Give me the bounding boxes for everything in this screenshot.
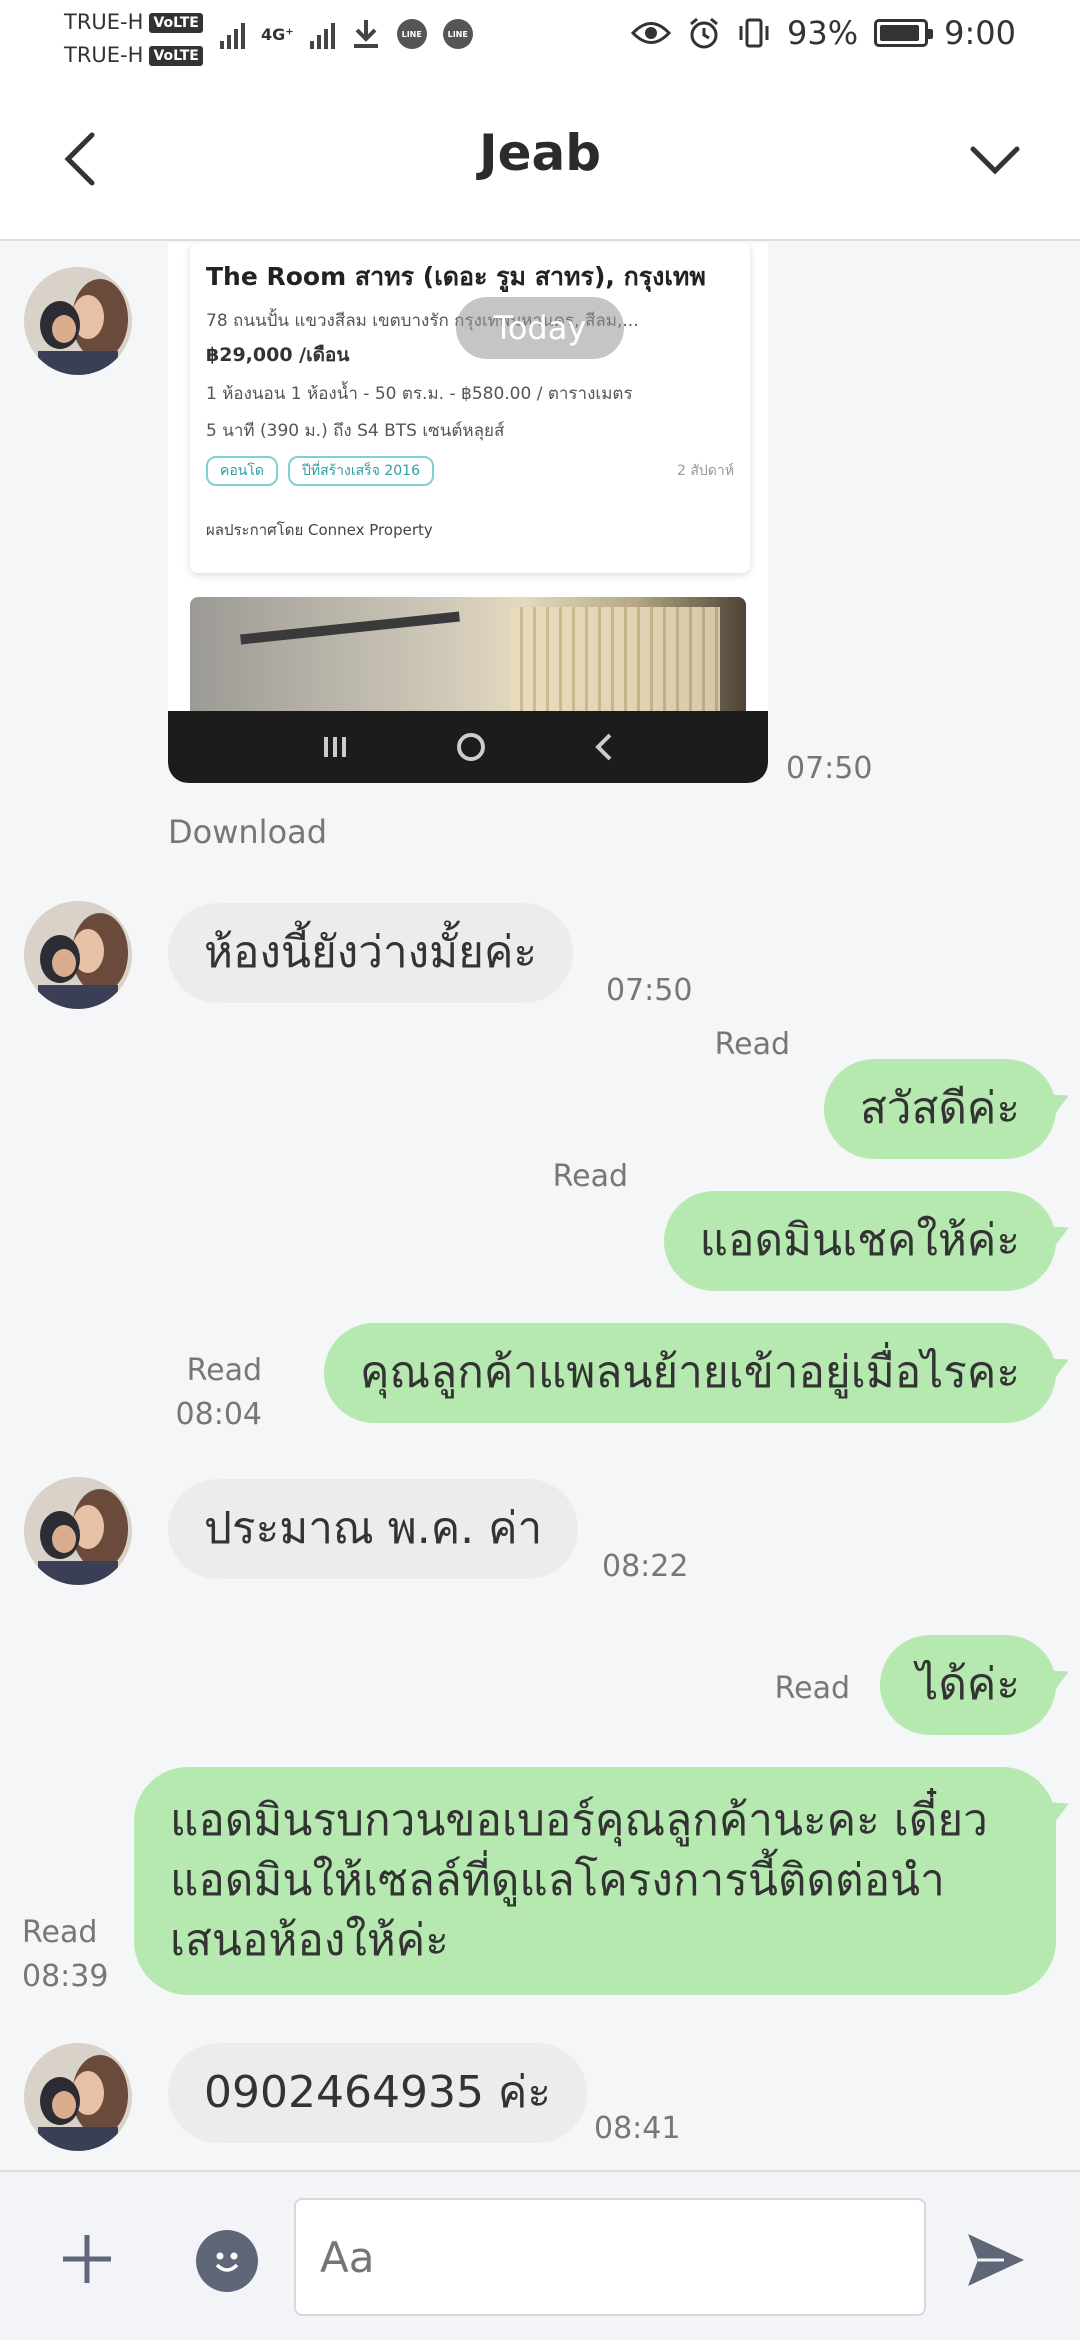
read-receipt: Read 08:39 bbox=[22, 1915, 109, 1994]
signal-icon bbox=[309, 19, 335, 49]
message-time: 07:50 bbox=[786, 751, 873, 786]
read-receipt: Read 08:04 bbox=[175, 1353, 262, 1432]
eye-icon bbox=[631, 22, 672, 44]
battery-percent: 93% bbox=[787, 14, 859, 52]
listing-source: ผลประกาศโดย Connex Property bbox=[206, 521, 433, 539]
back-nav-icon bbox=[595, 733, 612, 761]
message-list[interactable]: The Room สาทร (เดอะ รูม สาทร), กรุงเทพ 7… bbox=[0, 243, 1080, 2170]
listing-title: The Room สาทร (เดอะ รูม สาทร), กรุงเทพ bbox=[206, 262, 706, 291]
outgoing-message[interactable]: ได้ค่ะ bbox=[880, 1635, 1056, 1735]
avatar[interactable] bbox=[24, 901, 132, 1009]
read-receipt: Read bbox=[774, 1671, 850, 1706]
listing-tag: คอนโด bbox=[206, 456, 278, 486]
carrier-2: TRUE-H bbox=[64, 43, 144, 67]
listing-tags: คอนโด ปีที่สร้างเสร็จ 2016 2 สัปดาห์ bbox=[206, 456, 734, 486]
carrier-info: TRUE-H VoLTE TRUE-H VoLTE bbox=[64, 6, 203, 72]
avatar[interactable] bbox=[24, 267, 132, 375]
listing-card: The Room สาทร (เดอะ รูม สาทร), กรุงเทพ 7… bbox=[190, 243, 750, 573]
chat-title: Jeab bbox=[478, 124, 602, 182]
status-icons-right: 93% 9:00 bbox=[631, 14, 1016, 52]
message-time: 07:50 bbox=[606, 973, 693, 1008]
line-icon: LINE bbox=[396, 19, 427, 49]
chat-header: Jeab bbox=[0, 76, 1080, 241]
status-bar: TRUE-H VoLTE TRUE-H VoLTE 4G⁺ LINE LINE 93… bbox=[0, 0, 1080, 76]
menu-toggle-button[interactable] bbox=[960, 124, 1030, 194]
listing-tag: ปีที่สร้างเสร็จ 2016 bbox=[287, 456, 434, 486]
incoming-message[interactable]: ประมาณ พ.ค. ค่า bbox=[168, 1479, 579, 1579]
outgoing-message[interactable]: แอดมินเชคให้ค่ะ bbox=[663, 1191, 1056, 1291]
vibrate-icon bbox=[739, 18, 769, 48]
send-icon bbox=[968, 2234, 1024, 2286]
emoji-button[interactable] bbox=[196, 2230, 258, 2292]
chat-screen: TRUE-H VoLTE TRUE-H VoLTE 4G⁺ LINE LINE 93… bbox=[0, 0, 1080, 2340]
message-time: 08:41 bbox=[594, 2111, 681, 2146]
emoji-icon bbox=[215, 2252, 239, 2272]
listing-transit: 5 นาที (390 ม.) ถึง S4 BTS เซนต์หลุยส์ bbox=[206, 421, 505, 441]
alarm-icon bbox=[690, 17, 718, 49]
signal-icon bbox=[220, 19, 245, 49]
home-icon bbox=[457, 733, 485, 761]
line-icon: LINE bbox=[442, 19, 473, 49]
read-receipt: Read bbox=[714, 1027, 790, 1062]
battery-fill bbox=[880, 25, 920, 41]
battery-icon bbox=[874, 19, 934, 47]
incoming-message[interactable]: ห้องนี้ยังว่างมั้ยค่ะ bbox=[168, 903, 574, 1003]
message-input[interactable] bbox=[294, 2198, 926, 2316]
outgoing-message[interactable]: แอดมินรบกวนขอเบอร์คุณลูกค้านะคะ เดี๋ยว แ… bbox=[134, 1767, 1056, 1995]
read-receipt: Read bbox=[552, 1159, 628, 1194]
status-icons-left: 4G⁺ LINE LINE bbox=[220, 18, 473, 50]
clock: 9:00 bbox=[944, 14, 1016, 52]
chevron-down-icon bbox=[970, 146, 1020, 175]
carrier-1: TRUE-H bbox=[64, 10, 144, 34]
incoming-message[interactable]: 0902464935 ค่ะ bbox=[168, 2043, 587, 2143]
download-link[interactable]: Download bbox=[168, 813, 327, 851]
download-icon bbox=[353, 20, 378, 48]
outgoing-message[interactable]: คุณลูกค้าแพลนย้ายเข้าอยู่เมื่อไรคะ bbox=[324, 1323, 1056, 1423]
recents-icon bbox=[324, 737, 346, 757]
outgoing-message[interactable]: สวัสดีค่ะ bbox=[823, 1059, 1056, 1159]
attach-button[interactable] bbox=[52, 2224, 122, 2294]
listing-posted: 2 สัปดาห์ bbox=[677, 463, 734, 479]
listing-specs: 1 ห้องนอน 1 ห้องน้ำ - 50 ตร.ม. - ฿580.00… bbox=[206, 384, 633, 404]
date-divider: Today bbox=[456, 297, 624, 359]
plus-icon bbox=[63, 2235, 111, 2283]
volte-badge: VoLTE bbox=[149, 45, 203, 66]
volte-badge: VoLTE bbox=[149, 12, 203, 33]
send-button[interactable] bbox=[958, 2222, 1034, 2298]
network-type: 4G⁺ bbox=[261, 24, 294, 44]
avatar[interactable] bbox=[24, 1477, 132, 1585]
avatar[interactable] bbox=[24, 2043, 132, 2151]
phone-nav-bar bbox=[168, 711, 768, 783]
composer-bar bbox=[0, 2170, 1080, 2340]
message-time: 08:22 bbox=[602, 1549, 689, 1584]
